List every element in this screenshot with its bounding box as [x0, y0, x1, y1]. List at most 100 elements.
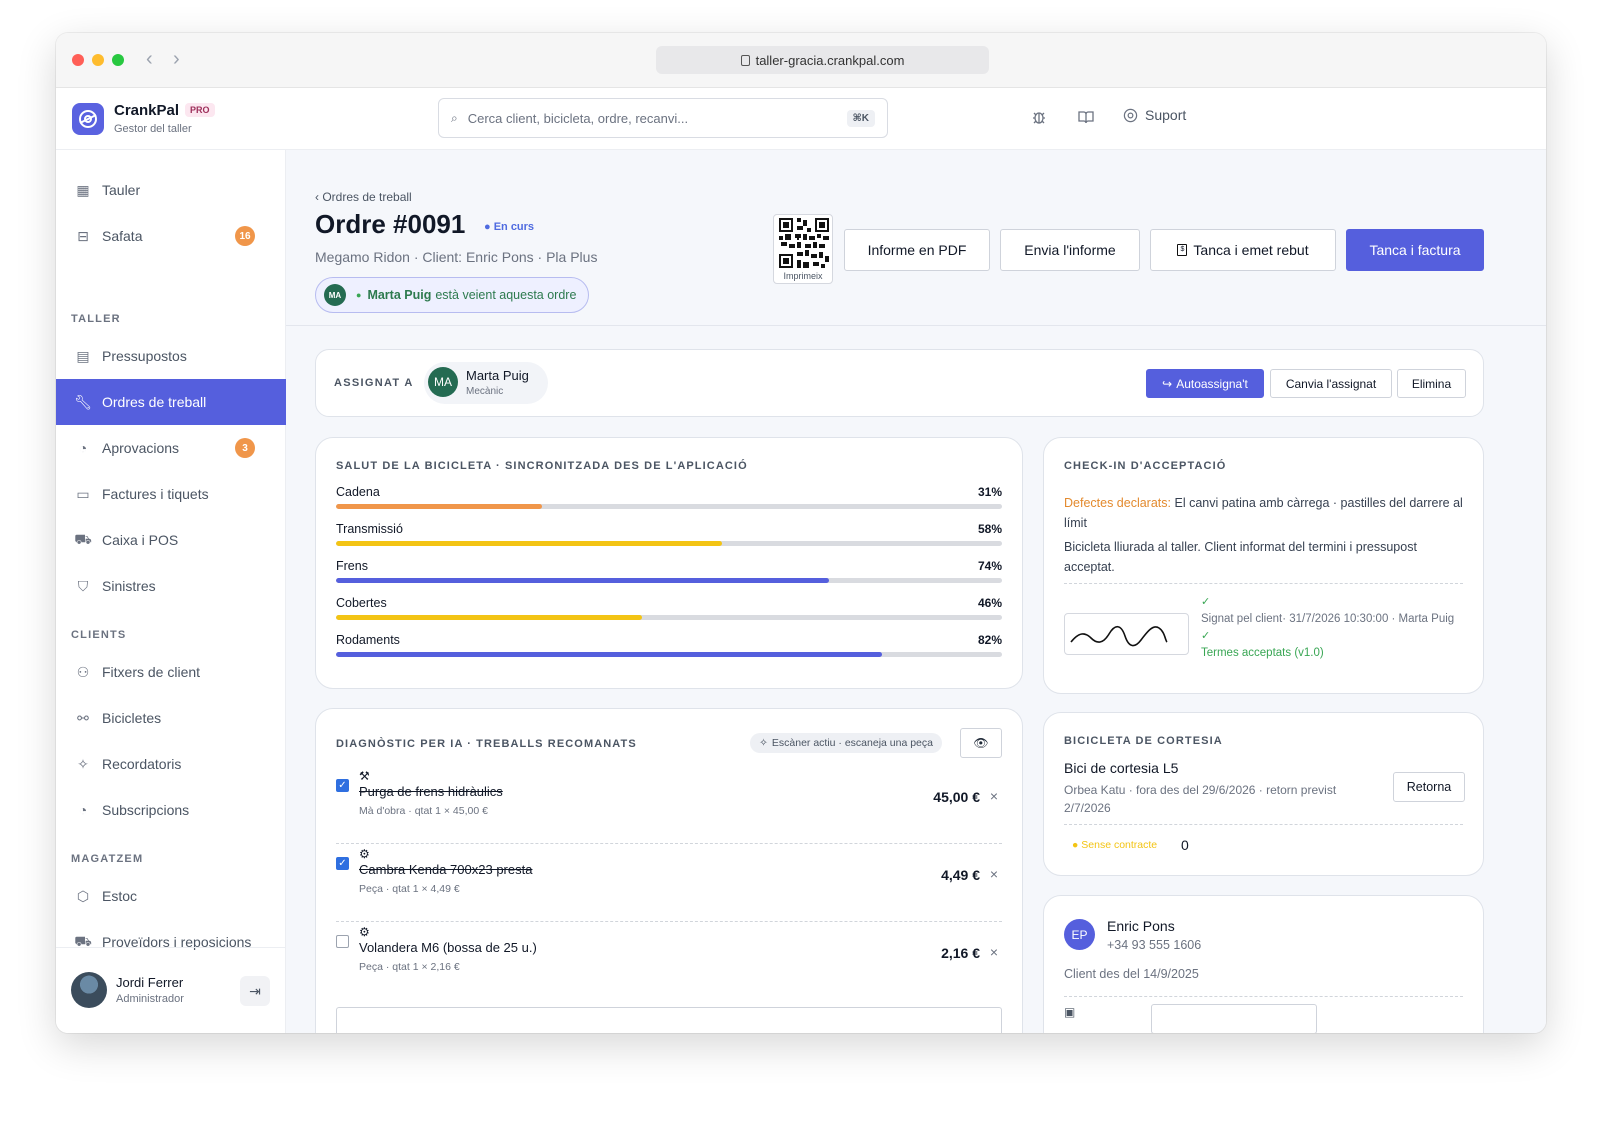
breadcrumb[interactable]: ‹ Ordres de treball [315, 190, 412, 204]
sparkle-icon: ✧ [759, 737, 768, 749]
sidebar-item-label: Caixa i POS [102, 532, 179, 548]
close-receipt-label: Tanca i emet rebut [1193, 242, 1309, 258]
signed-text: Signat pel client· 31/7/2026 10:30:00 · … [1201, 613, 1455, 625]
sidebar-item-label: Fitxers de client [102, 664, 201, 680]
remove-job-icon[interactable]: × [990, 788, 998, 804]
sidebar-item-factures[interactable]: ▭ Factures i tiquets [56, 471, 286, 517]
logout-button[interactable]: ⇥ [240, 976, 270, 1006]
bike-icon: ⚯ [77, 709, 89, 726]
sidebar-item-safata[interactable]: ⊟ Safata 16 [56, 213, 286, 259]
self-assign-button[interactable]: ↪ Autoassigna't [1146, 369, 1264, 398]
qr-print-button[interactable]: Imprimeix [773, 214, 833, 284]
sidebar-item-label: Aprovacions [102, 440, 180, 456]
support-link[interactable]: Suport [1123, 107, 1186, 123]
status-badge: ● En curs [484, 221, 535, 233]
job-checkbox[interactable] [336, 935, 349, 948]
page-icon [740, 54, 750, 66]
remove-job-icon[interactable]: × [990, 866, 998, 882]
sidebar-item-subscripcions[interactable]: ◔ Subscripcions [56, 787, 286, 833]
return-bike-button[interactable]: Retorna [1393, 772, 1465, 802]
shield-icon: ⛉ [77, 577, 89, 594]
avatar: EP [1064, 919, 1095, 950]
sidebar-item-estoc[interactable]: ⬡ Estoc [56, 873, 286, 919]
sidebar-item-label: Bicicletes [102, 710, 162, 726]
close-receipt-button[interactable]: $ Tanca i emet rebut [1150, 229, 1336, 271]
book-icon[interactable] [1078, 109, 1094, 129]
logout-icon: ⇥ [249, 982, 261, 999]
eye-icon: 👁︎ [973, 736, 989, 750]
search-placeholder: Cerca client, bicicleta, ordre, recanvi.… [467, 110, 689, 126]
send-report-button[interactable]: Envia l'informe [1000, 229, 1140, 271]
sidebar-item-pressupostos[interactable]: ▤ Pressupostos [56, 333, 286, 379]
card-title: SALUT DE LA BICICLETA · SINCRONITZADA DE… [336, 460, 748, 472]
sidebar: ▦ Tauler ⊟ Safata 16 TALLER ▤ Pressupostos 🔧… [56, 150, 286, 1033]
close-invoice-button[interactable]: Tanca i factura [1346, 229, 1484, 271]
sidebar-item-recordatoris[interactable]: ✧ Recordatoris [56, 741, 286, 787]
sidebar-item-sinistres[interactable]: ⛉ Sinistres [56, 563, 286, 609]
health-label: Transmissió [336, 522, 403, 536]
back-arrow-icon[interactable]: ‹ [146, 48, 153, 71]
maximize-window-button[interactable] [112, 54, 124, 66]
support-label: Suport [1145, 107, 1187, 123]
sidebar-item-label: Safata [102, 228, 143, 244]
qr-label: Imprimeix [783, 271, 823, 281]
job-row: ✓ ⚙︎ Cambra Kenda 700x23 presta Peça · qtat… [336, 844, 1002, 922]
divider [1064, 583, 1463, 584]
checkin-card: CHECK-IN D'ACCEPTACIÓ Defectes declarats… [1043, 437, 1484, 694]
user-role: Administrador [116, 993, 184, 1005]
signature-meta: ✓ Signat pel client· 31/7/2026 10:30:00 … [1201, 594, 1463, 662]
sidebar-item-bicicletes[interactable]: ⚯ Bicicletes [56, 695, 286, 741]
toggle-visibility-button[interactable]: 👁︎ [960, 728, 1002, 758]
divider [1064, 824, 1463, 825]
sidebar-item-label: Estoc [102, 888, 138, 904]
health-track [336, 504, 1002, 509]
cart-icon: ⛟ [74, 530, 92, 547]
job-meta: Mà d'obra · qtat 1 × 45,00 € [359, 805, 488, 817]
scanner-text: Escàner actiu · escaneja una peça [771, 737, 933, 749]
change-assignee-button[interactable]: Canvia l'assignat [1270, 369, 1392, 398]
avatar: MA [324, 284, 346, 306]
customer-name[interactable]: Enric Pons [1107, 918, 1175, 934]
add-job-input[interactable] [336, 1007, 1002, 1033]
signature-box [1064, 613, 1189, 655]
job-name: Cambra Kenda 700x23 presta [359, 862, 533, 877]
search-shortcut: ⌘K [846, 109, 875, 127]
bug-icon[interactable] [1031, 109, 1047, 129]
job-price: 4,49 € [941, 867, 980, 883]
bike-health-card: SALUT DE LA BICICLETA · SINCRONITZADA DE… [315, 437, 1023, 689]
remove-job-icon[interactable]: × [990, 944, 998, 960]
sidebar-item-ordres-de-treball[interactable]: 🔧︎ Ordres de treball [56, 379, 286, 425]
receipt-icon: $ [1177, 244, 1188, 256]
job-checkbox[interactable]: ✓ [336, 857, 349, 870]
job-meta: Peça · qtat 1 × 4,49 € [359, 883, 460, 895]
avatar: MA [428, 367, 458, 397]
forward-arrow-icon[interactable]: › [173, 48, 180, 71]
customer-since: Client des del 14/9/2025 [1064, 967, 1199, 981]
order-header: ‹ Ordres de treball Ordre #0091 ● En cur… [286, 150, 1546, 326]
address-bar[interactable]: taller-gracia.crankpal.com [656, 46, 989, 74]
health-row: Cobertes 46% [336, 596, 1002, 620]
card-title: DIAGNÒSTIC PER IA · TREBALLS RECOMANATS [336, 738, 637, 750]
sidebar-item-tauler[interactable]: ▦ Tauler [56, 167, 286, 213]
app-header: CrankPal PRO Gestor del taller ⌕ Cerca cl… [56, 88, 1546, 150]
customer-phone[interactable]: +34 93 555 1606 [1107, 938, 1201, 952]
assignee-chip[interactable]: MA Marta Puig Mecànic [424, 362, 548, 404]
health-percent: 82% [977, 633, 1002, 647]
date-input[interactable] [1151, 1004, 1317, 1033]
search-input[interactable]: ⌕ Cerca client, bicicleta, ordre, recanv… [438, 98, 888, 138]
calendar-icon: ▣ [1064, 1005, 1076, 1019]
sidebar-item-label: Subscripcions [102, 802, 190, 818]
minimize-window-button[interactable] [92, 54, 104, 66]
close-window-button[interactable] [72, 54, 84, 66]
job-meta: Peça · qtat 1 × 2,16 € [359, 961, 460, 973]
redirect-icon: ↪ [1162, 376, 1173, 391]
job-row: ✓ ⚒︎ Purga de frens hidràulics Mà d'obra · … [336, 766, 1002, 844]
health-fill [336, 541, 723, 546]
sidebar-item-fitxers[interactable]: ⚇ Fitxers de client [56, 649, 286, 695]
sidebar-item-aprovacions[interactable]: ◔ Aprovacions 3 [56, 425, 286, 471]
job-checkbox[interactable]: ✓ [336, 779, 349, 792]
delete-assignee-button[interactable]: Elimina [1397, 369, 1466, 398]
sidebar-item-caixa[interactable]: ⛟ Caixa i POS [56, 517, 286, 563]
health-label: Cobertes [336, 596, 387, 610]
pdf-report-button[interactable]: Informe en PDF [844, 229, 990, 271]
